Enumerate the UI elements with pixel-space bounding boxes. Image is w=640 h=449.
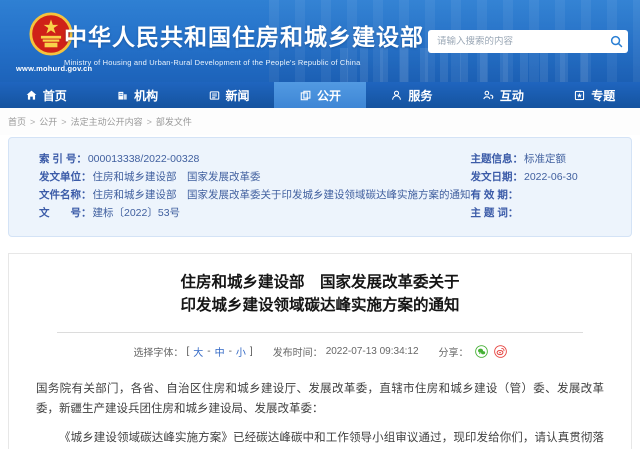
meta-col-right: 主题信息： 标准定额 发文日期： 2022-06-30 有 效 期： 主 题 词… bbox=[471, 153, 608, 236]
font-size-separator: - bbox=[207, 346, 210, 357]
meta-row-issuing-unit: 发文单位： 住房和城乡建设部 国家发展改革委 bbox=[39, 171, 471, 183]
breadcrumb-current: 部发文件 bbox=[156, 115, 192, 128]
article-title-line1: 住房和城乡建设部 国家发展改革委关于 bbox=[180, 274, 459, 291]
meta-label: 索 引 号： bbox=[39, 153, 87, 165]
meta-row-index-number: 索 引 号： 000013338/2022-00328 bbox=[39, 153, 471, 165]
font-select-label: 选择字体： bbox=[133, 344, 183, 359]
nav-label: 首页 bbox=[43, 87, 67, 104]
nav-label: 新闻 bbox=[226, 87, 250, 104]
breadcrumb-statutory[interactable]: 法定主动公开内容 bbox=[71, 115, 143, 128]
news-icon bbox=[208, 89, 221, 102]
meta-row-issue-date: 发文日期： 2022-06-30 bbox=[471, 171, 608, 183]
home-icon bbox=[25, 89, 38, 102]
meta-label: 文 号： bbox=[39, 207, 92, 219]
breadcrumb: 首页 > 公开 > 法定主动公开内容 > 部发文件 bbox=[0, 108, 640, 135]
meta-col-left: 索 引 号： 000013338/2022-00328 发文单位： 住房和城乡建… bbox=[39, 153, 471, 236]
header-titles: 中华人民共和国住房和城乡建设部 Ministry of Housing and … bbox=[64, 18, 424, 67]
nav-item-interaction[interactable]: 互动 bbox=[457, 82, 548, 108]
nav-item-news[interactable]: 新闻 bbox=[183, 82, 274, 108]
meta-label: 文件名称： bbox=[39, 189, 92, 201]
nav-item-organization[interactable]: 机构 bbox=[91, 82, 182, 108]
disclosure-icon bbox=[299, 89, 312, 102]
breadcrumb-home[interactable]: 首页 bbox=[8, 115, 26, 128]
weibo-icon[interactable] bbox=[494, 345, 507, 358]
nav-label: 专题 bbox=[591, 87, 615, 104]
article-title: 住房和城乡建设部 国家发展改革委关于 印发城乡建设领域碳达峰实施方案的通知 bbox=[9, 271, 631, 317]
meta-value: 住房和城乡建设部 国家发展改革委 bbox=[93, 171, 261, 183]
font-size-large[interactable]: 大 bbox=[193, 344, 203, 359]
publish-time-label: 发布时间： bbox=[273, 344, 323, 359]
site-header: www.mohurd.gov.cn 中华人民共和国住房和城乡建设部 Minist… bbox=[0, 0, 640, 82]
article-panel: 住房和城乡建设部 国家发展改革委关于 印发城乡建设领域碳达峰实施方案的通知 选择… bbox=[8, 253, 632, 449]
meta-label: 主题信息： bbox=[471, 153, 524, 165]
main-nav: 首页 机构 新闻 公开 服务 互动 bbox=[0, 82, 640, 108]
interaction-icon bbox=[482, 89, 495, 102]
organization-icon bbox=[116, 89, 129, 102]
search-box bbox=[428, 30, 628, 53]
search-input[interactable] bbox=[428, 36, 604, 47]
article-title-line2: 印发城乡建设领域碳达峰实施方案的通知 bbox=[180, 297, 459, 314]
title-divider bbox=[57, 332, 583, 333]
meta-value: 住房和城乡建设部 国家发展改革委关于印发城乡建设领域碳达峰实施方案的通知 bbox=[93, 189, 471, 201]
nav-item-special-topic[interactable]: 专题 bbox=[549, 82, 640, 108]
share-label: 分享： bbox=[439, 344, 469, 359]
nav-label: 服务 bbox=[408, 87, 432, 104]
nav-label: 互动 bbox=[500, 87, 524, 104]
bracket-close: ] bbox=[250, 346, 253, 357]
meta-label: 主 题 词： bbox=[471, 207, 519, 219]
meta-value: 建标〔2022〕53号 bbox=[93, 207, 181, 219]
nav-item-home[interactable]: 首页 bbox=[0, 82, 91, 108]
publish-time-value: 2022-07-13 09:34:12 bbox=[326, 346, 419, 357]
font-size-small[interactable]: 小 bbox=[236, 344, 246, 359]
meta-row-keywords: 主 题 词： bbox=[471, 207, 608, 219]
bracket-open: [ bbox=[186, 346, 189, 357]
nav-item-disclosure[interactable]: 公开 bbox=[274, 82, 365, 108]
ministry-title-en: Ministry of Housing and Urban-Rural Deve… bbox=[64, 58, 424, 67]
meta-row-file-name: 文件名称： 住房和城乡建设部 国家发展改革委关于印发城乡建设领域碳达峰实施方案的… bbox=[39, 189, 471, 201]
nav-label: 公开 bbox=[317, 87, 341, 104]
breadcrumb-separator: > bbox=[30, 117, 35, 127]
meta-label: 发文日期： bbox=[471, 171, 524, 183]
special-topic-icon bbox=[573, 89, 586, 102]
meta-row-validity: 有 效 期： bbox=[471, 189, 608, 201]
document-meta-box: 索 引 号： 000013338/2022-00328 发文单位： 住房和城乡建… bbox=[8, 137, 632, 237]
breadcrumb-separator: > bbox=[61, 117, 66, 127]
meta-label: 有 效 期： bbox=[471, 189, 519, 201]
wechat-icon[interactable] bbox=[475, 345, 488, 358]
meta-row-doc-number: 文 号： 建标〔2022〕53号 bbox=[39, 207, 471, 219]
font-size-medium[interactable]: 中 bbox=[215, 344, 225, 359]
meta-value: 标准定额 bbox=[524, 153, 566, 165]
breadcrumb-separator: > bbox=[147, 117, 152, 127]
nav-label: 机构 bbox=[134, 87, 158, 104]
article-body: 国务院有关部门，各省、自治区住房和城乡建设厅、发展改革委，直辖市住房和城乡建设（… bbox=[36, 379, 604, 449]
font-size-separator: - bbox=[229, 346, 232, 357]
meta-row-topic-info: 主题信息： 标准定额 bbox=[471, 153, 608, 165]
meta-value: 2022-06-30 bbox=[524, 171, 578, 183]
article-paragraph: 国务院有关部门，各省、自治区住房和城乡建设厅、发展改革委，直辖市住房和城乡建设（… bbox=[36, 379, 604, 419]
page: www.mohurd.gov.cn 中华人民共和国住房和城乡建设部 Minist… bbox=[0, 0, 640, 449]
meta-value: 000013338/2022-00328 bbox=[88, 153, 200, 165]
breadcrumb-disclosure[interactable]: 公开 bbox=[39, 115, 57, 128]
nav-item-service[interactable]: 服务 bbox=[366, 82, 457, 108]
search-icon[interactable] bbox=[604, 30, 628, 53]
article-paragraph: 《城乡建设领域碳达峰实施方案》已经碳达峰碳中和工作领导小组审议通过，现印发给你们… bbox=[36, 428, 604, 449]
ministry-title-cn: 中华人民共和国住房和城乡建设部 bbox=[64, 18, 424, 52]
meta-label: 发文单位： bbox=[39, 171, 92, 183]
article-meta-row: 选择字体：[大-中-小] 发布时间：2022-07-13 09:34:12 分享… bbox=[9, 344, 631, 359]
service-icon bbox=[390, 89, 403, 102]
